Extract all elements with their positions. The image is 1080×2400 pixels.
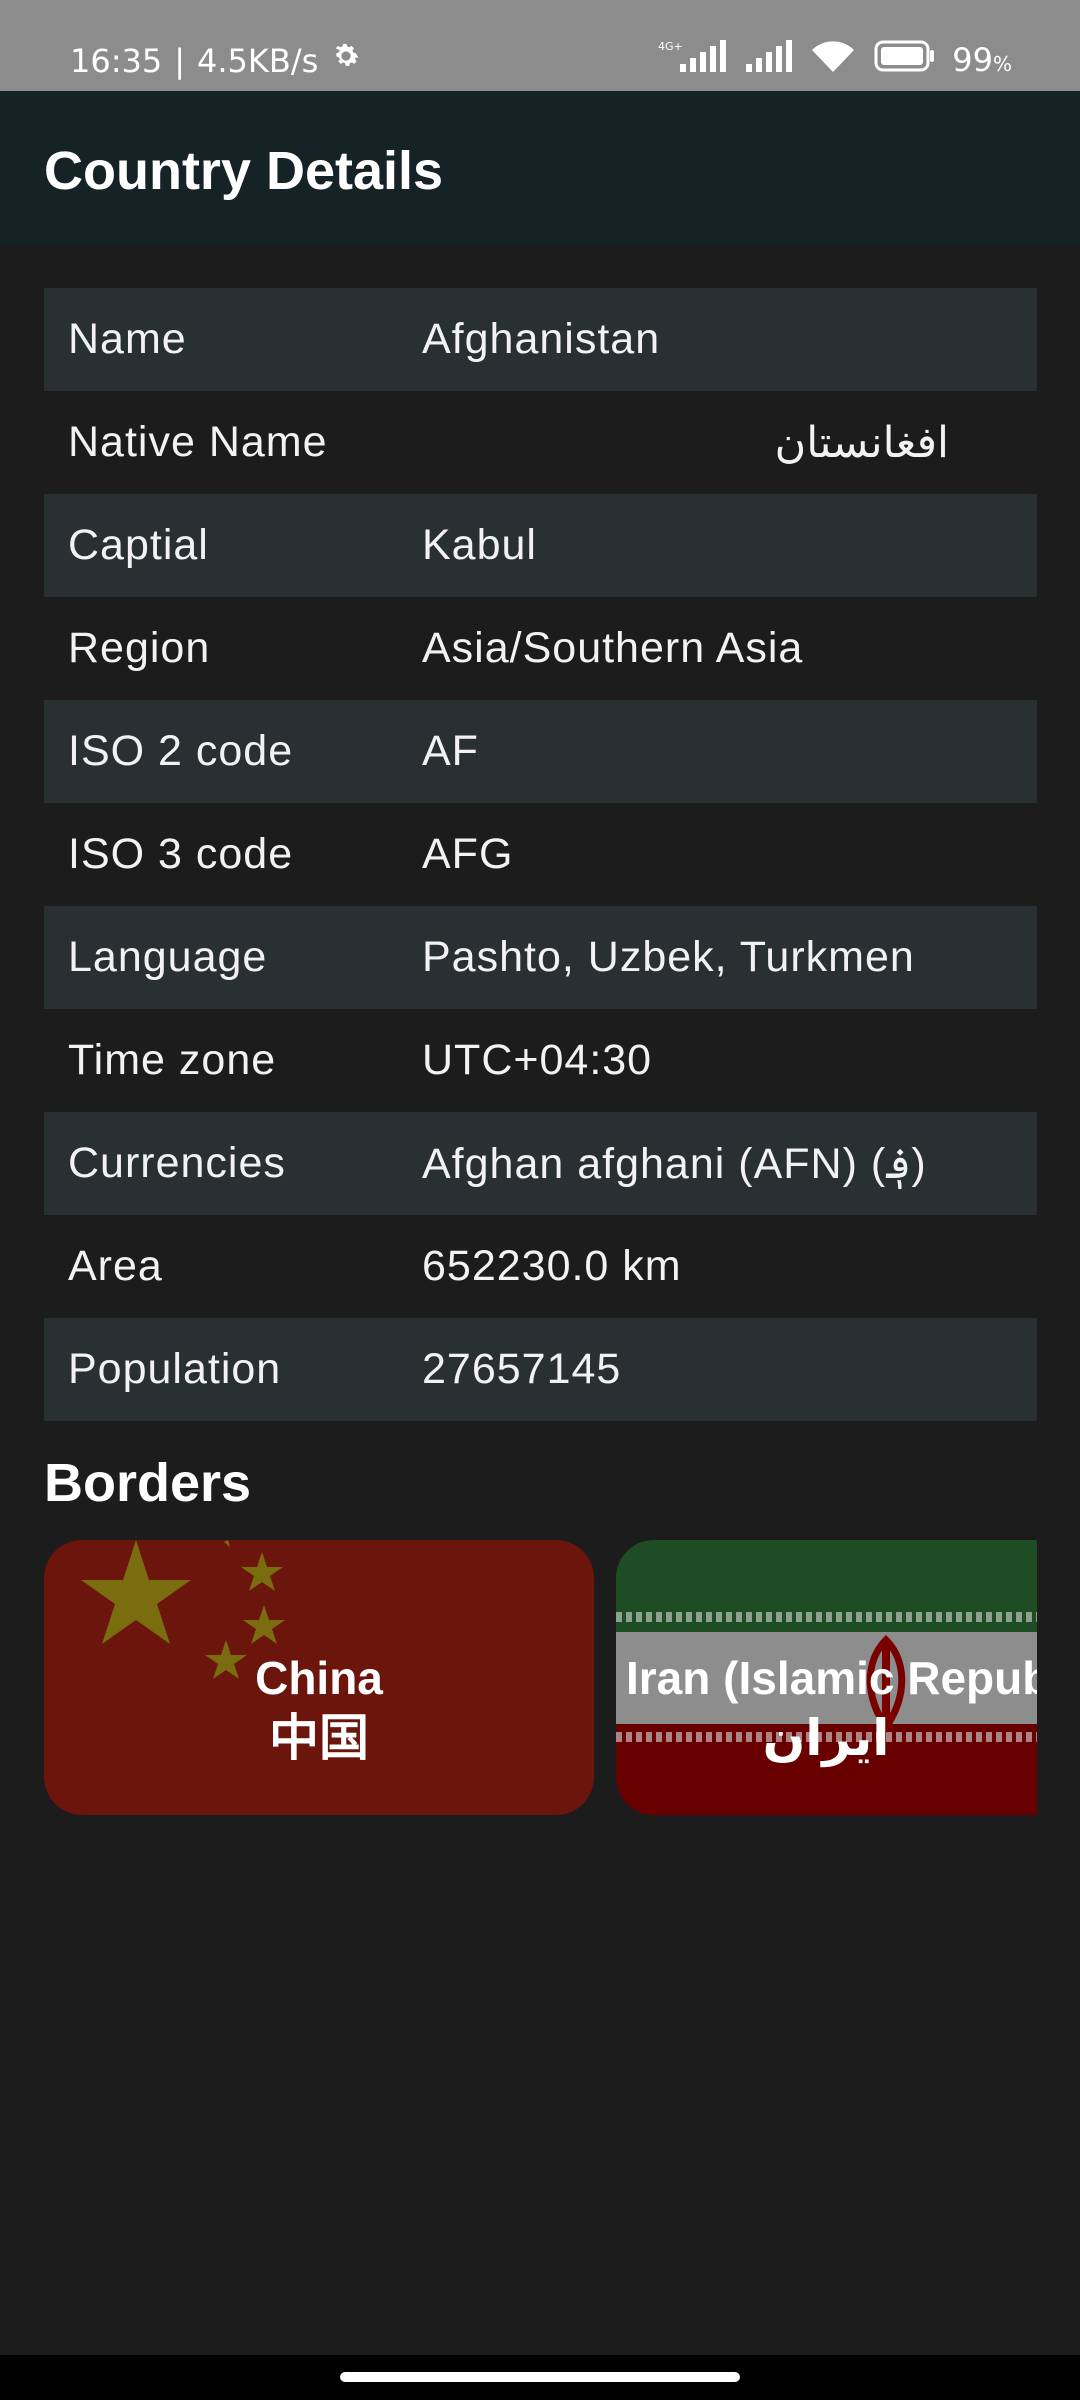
detail-label: Time zone	[68, 1036, 277, 1084]
detail-row-language: Language Pashto, Uzbek, Turkmen	[44, 906, 1037, 1009]
detail-value: AF	[422, 727, 479, 775]
border-card-china[interactable]: China 中国	[44, 1540, 594, 1815]
border-native-name: ایران	[762, 1710, 890, 1766]
network-speed: 4.5KB/s	[197, 41, 319, 80]
detail-label: Language	[68, 933, 268, 981]
detail-value: Afghan afghani (AFN) (؋)	[422, 1139, 927, 1188]
page-title: Country Details	[44, 141, 444, 201]
iran-flag-pattern	[616, 1612, 1037, 1622]
detail-row-name: Name Afghanistan	[44, 288, 1037, 391]
border-country-name: China	[255, 1652, 383, 1704]
signal-icon	[744, 38, 793, 85]
borders-list[interactable]: China 中国 Iran (Islamic Republ ایران	[44, 1540, 1037, 1815]
detail-row-iso2: ISO 2 code AF	[44, 700, 1037, 803]
app-bar: Country Details	[0, 91, 1080, 245]
status-bar: 16:35 | 4.5KB/s 4G+ 99%	[0, 0, 1080, 91]
clock: 16:35	[70, 41, 163, 80]
detail-label: Population	[68, 1345, 282, 1393]
border-country-name: Iran (Islamic Republ	[626, 1652, 1037, 1704]
detail-label: Area	[68, 1242, 163, 1290]
detail-value: Asia/Southern Asia	[422, 624, 804, 672]
battery-percent: 99%	[952, 40, 1012, 84]
battery-icon	[874, 40, 936, 83]
detail-row-area: Area 652230.0 km	[44, 1215, 1037, 1318]
detail-row-iso3: ISO 3 code AFG	[44, 803, 1037, 906]
border-card-iran[interactable]: Iran (Islamic Republ ایران	[616, 1540, 1037, 1815]
detail-label: Captial	[68, 521, 209, 569]
detail-label: Region	[68, 624, 211, 672]
separator: |	[174, 41, 185, 80]
battery-percent-unit: %	[992, 51, 1012, 76]
detail-value: افغانستان	[774, 418, 949, 467]
detail-row-capital: Captial Kabul	[44, 494, 1037, 597]
detail-value: 27657145	[422, 1345, 622, 1393]
network-type-label: 4G+	[658, 40, 683, 53]
detail-label: Currencies	[68, 1139, 286, 1187]
detail-value: Pashto, Uzbek, Turkmen	[422, 933, 915, 981]
gear-icon	[330, 40, 362, 81]
detail-value: 652230.0 km	[422, 1242, 682, 1290]
detail-label: ISO 3 code	[68, 830, 294, 878]
detail-row-native-name: Native Name افغانستان	[44, 391, 1037, 494]
detail-row-timezone: Time zone UTC+04:30	[44, 1009, 1037, 1112]
detail-row-population: Population 27657145	[44, 1318, 1037, 1421]
battery-percent-value: 99	[952, 40, 993, 79]
status-right: 4G+ 99%	[658, 38, 1012, 85]
detail-label: Native Name	[68, 418, 328, 466]
detail-value: AFG	[422, 830, 514, 878]
status-left: 16:35 | 4.5KB/s	[70, 40, 362, 81]
detail-row-region: Region Asia/Southern Asia	[44, 597, 1037, 700]
signal-icon: 4G+	[658, 38, 728, 85]
detail-label: Name	[68, 315, 187, 363]
details-table: Name Afghanistan Native Name افغانستان C…	[44, 288, 1037, 1421]
detail-value: Afghanistan	[422, 315, 661, 363]
wifi-icon	[808, 38, 858, 85]
borders-heading: Borders	[44, 1453, 252, 1513]
detail-row-currencies: Currencies Afghan afghani (AFN) (؋)	[44, 1112, 1037, 1215]
border-native-name: 中国	[269, 1710, 369, 1766]
detail-value: UTC+04:30	[422, 1036, 653, 1084]
system-nav-bar	[0, 2355, 1080, 2400]
home-gesture-handle[interactable]	[340, 2372, 740, 2382]
detail-value: Kabul	[422, 521, 537, 569]
detail-label: ISO 2 code	[68, 727, 294, 775]
